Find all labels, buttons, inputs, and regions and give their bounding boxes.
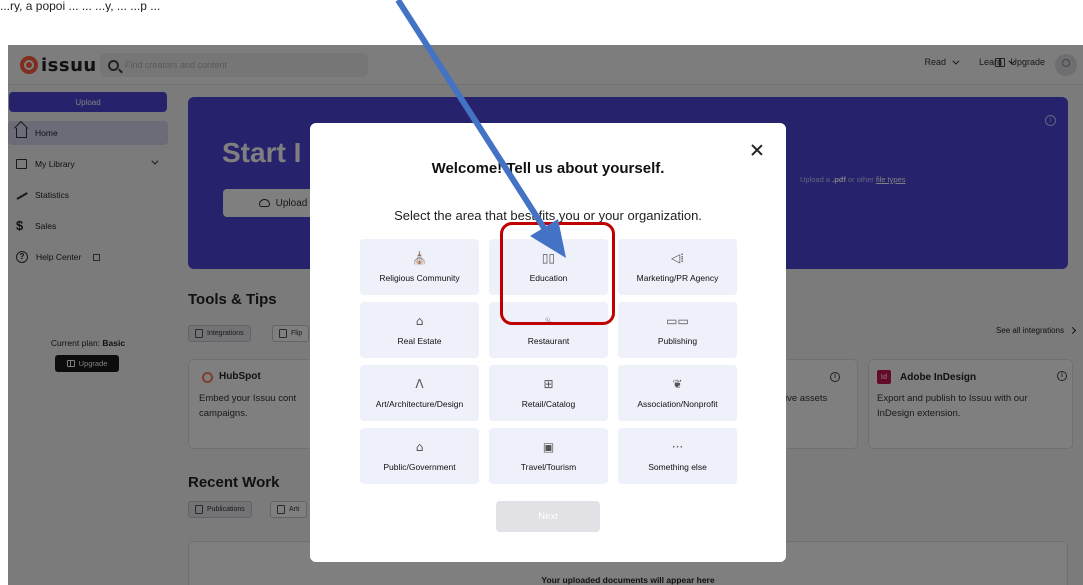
option-label: Publishing <box>657 335 698 346</box>
heart-hands-icon: ❦ <box>672 376 683 391</box>
option-label: Restaurant <box>527 335 570 346</box>
option-public-government[interactable]: ⌂ Public/Government <box>360 428 479 484</box>
church-icon: ⛪ <box>412 250 427 265</box>
education-highlight-box <box>500 222 615 325</box>
close-icon[interactable] <box>750 143 764 157</box>
welcome-modal: Welcome! Tell us about yourself. Select … <box>310 123 786 562</box>
option-label: Retail/Catalog <box>521 398 576 409</box>
option-label: Marketing/PR Agency <box>636 272 719 283</box>
option-label: Art/Architecture/Design <box>375 398 464 409</box>
more-icon: ··· <box>671 439 684 454</box>
house-icon: ⌂ <box>415 313 424 328</box>
caption-fragment: ...ry, a popoi ... ... ...y, ... ...p ..… <box>0 0 161 12</box>
option-marketing-pr-agency[interactable]: ◁⁞ Marketing/PR Agency <box>618 239 737 295</box>
option-real-estate[interactable]: ⌂ Real Estate <box>360 302 479 358</box>
option-religious-community[interactable]: ⛪ Religious Community <box>360 239 479 295</box>
option-label: Travel/Tourism <box>520 461 577 472</box>
cart-icon: ⊞ <box>543 376 554 391</box>
government-building-icon: ⌂ <box>415 439 424 454</box>
option-publishing[interactable]: ▭▭ Publishing <box>618 302 737 358</box>
option-art-architecture-design[interactable]: Λ Art/Architecture/Design <box>360 365 479 421</box>
option-label: Religious Community <box>379 272 460 283</box>
screenshot-root: ...ry, a popoi ... ... ...y, ... ...p ..… <box>0 0 1083 585</box>
option-label: Association/Nonprofit <box>637 398 718 409</box>
next-button[interactable]: Next <box>496 501 600 532</box>
option-label: Real Estate <box>397 335 442 346</box>
option-something-else[interactable]: ··· Something else <box>618 428 737 484</box>
option-retail-catalog[interactable]: ⊞ Retail/Catalog <box>489 365 608 421</box>
book-icon: ▭▭ <box>666 313 689 328</box>
megaphone-icon: ◁⁞ <box>670 250 685 265</box>
option-travel-tourism[interactable]: ▣ Travel/Tourism <box>489 428 608 484</box>
luggage-icon: ▣ <box>542 439 555 454</box>
modal-subtitle: Select the area that best fits you or yo… <box>394 208 702 223</box>
compass-icon: Λ <box>415 376 424 391</box>
option-label: Something else <box>648 461 707 472</box>
modal-title: Welcome! Tell us about yourself. <box>431 160 665 177</box>
option-association-nonprofit[interactable]: ❦ Association/Nonprofit <box>618 365 737 421</box>
option-label: Public/Government <box>383 461 456 472</box>
